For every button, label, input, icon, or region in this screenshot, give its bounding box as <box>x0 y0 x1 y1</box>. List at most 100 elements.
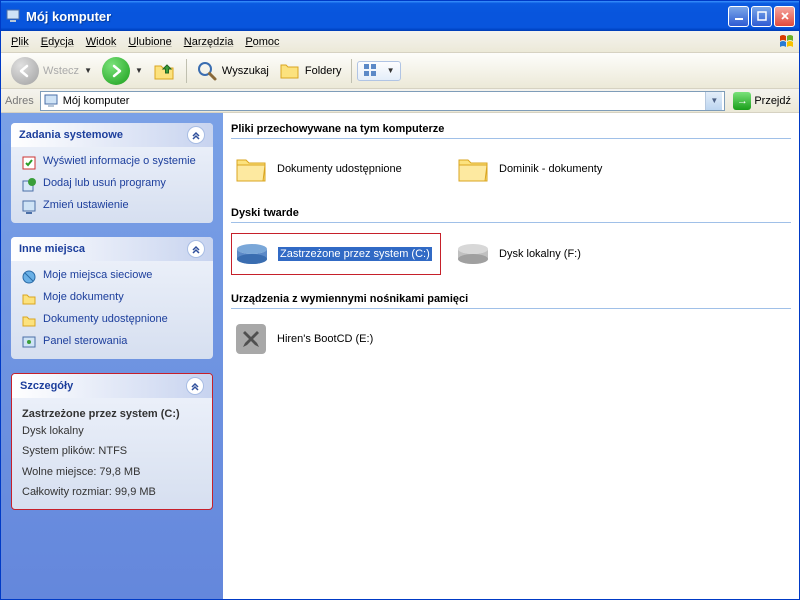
folders-label: Foldery <box>305 65 342 77</box>
place-label: Panel sterowania <box>43 335 127 347</box>
tools-icon <box>233 321 269 357</box>
place-label: Dokumenty udostępnione <box>43 313 168 325</box>
folder-up-icon <box>153 59 177 83</box>
toolbar: Wstecz ▼ ▼ Wyszukaj Foldery <box>1 53 799 89</box>
window-controls <box>728 6 795 27</box>
task-system-info[interactable]: Wyświetl informacje o systemie <box>21 155 203 171</box>
panel-title: Szczegóły <box>20 380 73 392</box>
controlpanel-icon <box>21 335 37 351</box>
place-label: Moje miejsca sieciowe <box>43 269 152 281</box>
details-body: Zastrzeżone przez system (C:) Dysk lokal… <box>12 398 212 509</box>
item-label: Dysk lokalny (F:) <box>499 248 581 260</box>
sidebar: Zadania systemowe Wyświetl informacje o … <box>1 113 223 599</box>
item-label: Dominik - dokumenty <box>499 163 602 175</box>
task-change-setting[interactable]: Zmień ustawienie <box>21 199 203 215</box>
details-type: Dysk lokalny <box>22 423 202 440</box>
panel-other-places: Inne miejsca Moje miejsca sieciowe Moje … <box>11 237 213 359</box>
drive-icon <box>234 236 270 272</box>
place-label: Moje dokumenty <box>43 291 124 303</box>
details-filesystem: System plików: NTFS <box>22 443 202 460</box>
address-dropdown[interactable]: ▼ <box>705 92 722 110</box>
task-label: Wyświetl informacje o systemie <box>43 155 196 167</box>
group-files: Pliki przechowywane na tym komputerze <box>231 117 791 139</box>
views-button[interactable]: ▼ <box>357 61 402 81</box>
group-files-items: Dokumenty udostępnione Dominik - dokumen… <box>231 149 791 189</box>
folder-icon <box>21 313 37 329</box>
panel-header-details[interactable]: Szczegóły <box>12 374 212 398</box>
folder-icon <box>21 291 37 307</box>
back-button[interactable]: Wstecz ▼ <box>7 55 96 87</box>
menubar: Plik Edycja Widok Ulubione Narzędzia Pom… <box>1 31 799 53</box>
folders-icon <box>279 60 301 82</box>
group-removable: Urządzenia z wymiennymi nośnikami pamięc… <box>231 287 791 309</box>
item-cd-e[interactable]: Hiren's BootCD (E:) <box>231 319 441 359</box>
computer-icon <box>5 8 21 24</box>
back-label: Wstecz <box>43 65 79 77</box>
menu-file[interactable]: Plik <box>5 34 35 50</box>
computer-icon <box>43 93 59 109</box>
addressbar: Adres Mój komputer ▼ → Przejdź <box>1 89 799 113</box>
panel-title: Zadania systemowe <box>19 129 123 141</box>
task-label: Dodaj lub usuń programy <box>43 177 166 189</box>
item-drive-c[interactable]: Zastrzeżone przez system (C:) <box>231 233 441 275</box>
details-free: Wolne miejsce: 79,8 MB <box>22 464 202 481</box>
address-field[interactable]: Mój komputer ▼ <box>40 91 726 111</box>
details-total: Całkowity rozmiar: 99,9 MB <box>22 484 202 501</box>
folders-button[interactable]: Foldery <box>275 58 346 84</box>
search-button[interactable]: Wyszukaj <box>192 58 273 84</box>
toolbar-separator-2 <box>351 59 352 83</box>
menu-view[interactable]: Widok <box>80 34 123 50</box>
task-add-remove[interactable]: Dodaj lub usuń programy <box>21 177 203 193</box>
window: Mój komputer Plik Edycja Widok Ulubione … <box>0 0 800 600</box>
go-arrow-icon: → <box>733 92 751 110</box>
go-label: Przejdź <box>754 95 791 107</box>
group-removable-items: Hiren's BootCD (E:) <box>231 319 791 359</box>
network-icon <box>21 269 37 285</box>
panel-body-places: Moje miejsca sieciowe Moje dokumenty Dok… <box>11 261 213 359</box>
panel-header-tasks[interactable]: Zadania systemowe <box>11 123 213 147</box>
titlebar[interactable]: Mój komputer <box>1 1 799 31</box>
maximize-button[interactable] <box>751 6 772 27</box>
window-title: Mój komputer <box>26 9 728 24</box>
folder-icon <box>233 151 269 187</box>
toolbar-separator <box>186 59 187 83</box>
go-button[interactable]: → Przejdź <box>729 91 795 111</box>
back-dropdown[interactable]: ▼ <box>84 66 92 75</box>
place-network[interactable]: Moje miejsca sieciowe <box>21 269 203 285</box>
search-icon <box>196 60 218 82</box>
place-controlpanel[interactable]: Panel sterowania <box>21 335 203 351</box>
task-label: Zmień ustawienie <box>43 199 129 211</box>
group-drives-items: Zastrzeżone przez system (C:) Dysk lokal… <box>231 233 791 275</box>
up-button[interactable] <box>149 57 181 85</box>
forward-button[interactable]: ▼ <box>98 55 147 87</box>
content-area: Zadania systemowe Wyświetl informacje o … <box>1 113 799 599</box>
panel-title: Inne miejsca <box>19 243 85 255</box>
place-mydocs[interactable]: Moje dokumenty <box>21 291 203 307</box>
menu-favorites[interactable]: Ulubione <box>122 34 177 50</box>
details-name: Zastrzeżone przez system (C:) <box>22 406 202 423</box>
minimize-button[interactable] <box>728 6 749 27</box>
forward-dropdown[interactable]: ▼ <box>135 66 143 75</box>
settings-icon <box>21 199 37 215</box>
menu-help[interactable]: Pomoc <box>239 34 285 50</box>
collapse-button[interactable] <box>187 240 205 258</box>
forward-icon <box>102 57 130 85</box>
address-label: Adres <box>5 95 34 107</box>
views-icon <box>364 64 382 78</box>
collapse-button[interactable] <box>186 377 204 395</box>
place-shareddocs[interactable]: Dokumenty udostępnione <box>21 313 203 329</box>
item-shared-docs[interactable]: Dokumenty udostępnione <box>231 149 441 189</box>
close-button[interactable] <box>774 6 795 27</box>
collapse-button[interactable] <box>187 126 205 144</box>
item-user-docs[interactable]: Dominik - dokumenty <box>453 149 663 189</box>
address-value: Mój komputer <box>63 95 702 107</box>
panel-header-places[interactable]: Inne miejsca <box>11 237 213 261</box>
windows-logo-icon <box>778 33 796 51</box>
item-label: Zastrzeżone przez system (C:) <box>278 247 432 261</box>
back-icon <box>11 57 39 85</box>
item-drive-f[interactable]: Dysk lokalny (F:) <box>453 233 663 275</box>
item-label: Hiren's BootCD (E:) <box>277 333 373 345</box>
menu-tools[interactable]: Narzędzia <box>178 34 240 50</box>
menu-edit[interactable]: Edycja <box>35 34 80 50</box>
views-dropdown[interactable]: ▼ <box>387 66 395 75</box>
